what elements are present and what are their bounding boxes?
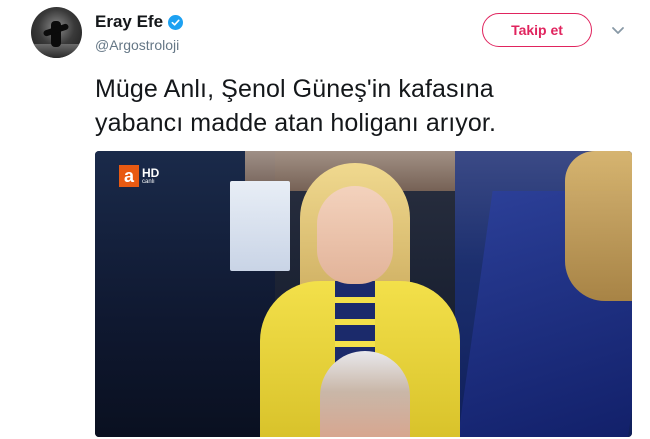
display-name[interactable]: Eray Efe [95, 12, 163, 32]
follow-button[interactable]: Takip et [482, 13, 592, 47]
verified-badge-icon [168, 14, 184, 30]
chevron-down-icon[interactable] [610, 22, 626, 38]
channel-live-label: canlı [142, 178, 155, 185]
person-right [565, 151, 632, 301]
man-foreground [320, 351, 410, 437]
user-handle[interactable]: @Argostroloji [95, 37, 179, 53]
tweet-media-image[interactable]: a HD canlı [95, 151, 632, 437]
user-name-row: Eray Efe [95, 12, 184, 32]
woman-face [317, 186, 393, 284]
channel-logo-text: HD canlı [142, 167, 159, 186]
avatar[interactable] [31, 7, 82, 58]
tweet-text: Müge Anlı, Şenol Güneş'in kafasına yaban… [95, 75, 496, 137]
channel-hd-label: HD [142, 165, 160, 180]
background-screen [230, 181, 290, 271]
channel-logo: a HD canlı [119, 165, 159, 187]
channel-logo-letter: a [119, 165, 139, 187]
